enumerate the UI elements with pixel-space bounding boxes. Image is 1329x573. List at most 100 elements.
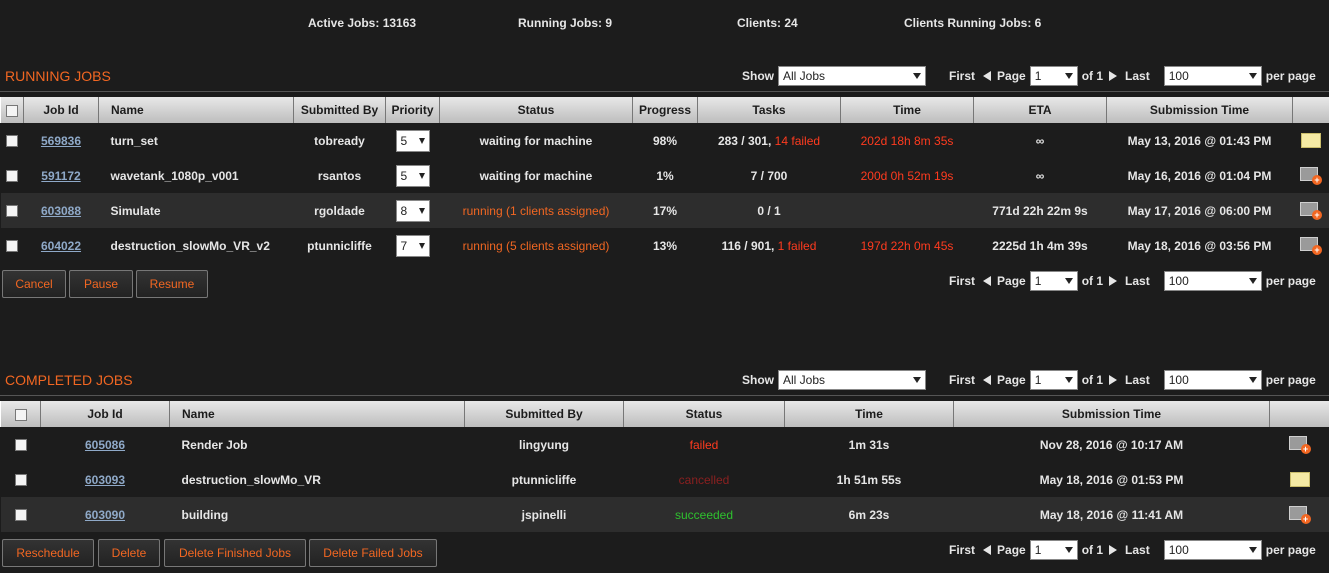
last-link[interactable]: Last [1125, 69, 1150, 83]
col-submitted-by[interactable]: Submitted By [464, 401, 624, 427]
priority-select[interactable]: 8 [395, 199, 430, 222]
col-job-id[interactable]: Job Id [40, 401, 170, 427]
per-page-select[interactable]: 100 [1163, 540, 1262, 560]
table-row[interactable]: 569836 turn_set tobready 5 waiting for m… [0, 123, 1329, 158]
job-id-link[interactable]: 603090 [85, 508, 125, 522]
table-row[interactable]: 603090 building jspinelli succeeded 6m 2… [0, 497, 1329, 532]
last-link[interactable]: Last [1125, 373, 1150, 387]
resume-button[interactable]: Resume [136, 270, 208, 298]
job-id-link[interactable]: 603093 [85, 473, 125, 487]
table-row[interactable]: 603093 destruction_slowMo_VR ptunnicliff… [0, 462, 1329, 497]
next-page-icon[interactable] [1109, 276, 1118, 286]
add-note-icon[interactable]: + [1300, 166, 1322, 185]
prev-page-icon[interactable] [983, 71, 992, 81]
show-select[interactable]: All Jobs [778, 370, 926, 390]
note-icon[interactable] [1301, 133, 1321, 149]
row-cell: 8 [385, 193, 440, 228]
cancel-button[interactable]: Cancel [2, 270, 66, 298]
per-page-label: per page [1265, 274, 1316, 288]
job-status: waiting for machine [439, 158, 633, 193]
col-status[interactable]: Status [623, 401, 785, 427]
priority-select[interactable]: 5 [395, 129, 430, 152]
last-link[interactable]: Last [1125, 274, 1150, 288]
priority-select[interactable]: 5 [395, 164, 430, 187]
table-row[interactable]: 605086 Render Job lingyung failed 1m 31s… [0, 427, 1329, 462]
col-priority[interactable]: Priority [385, 97, 440, 123]
page-select[interactable]: 1 [1029, 370, 1078, 390]
reschedule-button[interactable]: Reschedule [2, 539, 94, 567]
add-note-icon[interactable]: + [1300, 236, 1322, 255]
row-checkbox[interactable] [6, 135, 18, 148]
chevron-down-icon [1064, 377, 1073, 383]
col-submitted-by[interactable]: Submitted By [293, 97, 386, 123]
row-checkbox[interactable] [14, 439, 27, 452]
select-all-checkbox[interactable] [14, 408, 27, 421]
per-page-select[interactable]: 100 [1163, 66, 1262, 86]
job-time [840, 193, 974, 228]
row-checkbox[interactable] [14, 474, 27, 487]
col-submission-time[interactable]: Submission Time [1106, 97, 1293, 123]
show-select[interactable]: All Jobs [778, 66, 926, 86]
job-id-link[interactable]: 591172 [41, 169, 80, 183]
prev-page-icon[interactable] [983, 375, 992, 385]
delete-finished-jobs-button[interactable]: Delete Finished Jobs [164, 539, 306, 567]
job-id-link[interactable]: 603088 [41, 204, 81, 218]
priority-select[interactable]: 7 [395, 234, 430, 257]
select-all-checkbox[interactable] [6, 104, 18, 117]
col-status[interactable]: Status [439, 97, 633, 123]
job-id-link[interactable]: 604022 [41, 239, 81, 253]
row-cell [0, 462, 41, 497]
row-checkbox[interactable] [14, 509, 27, 522]
add-note-icon[interactable]: + [1300, 201, 1322, 220]
plus-icon: + [1312, 174, 1322, 185]
job-name: building [169, 497, 465, 532]
col-tasks[interactable]: Tasks [697, 97, 841, 123]
add-note-icon[interactable]: + [1288, 435, 1311, 454]
page-select[interactable]: 1 [1029, 540, 1078, 560]
first-link[interactable]: First [949, 543, 975, 557]
row-cell: 591172 [23, 158, 99, 193]
row-cell: 603090 [40, 497, 170, 532]
row-checkbox[interactable] [6, 170, 18, 183]
page-select[interactable]: 1 [1029, 271, 1078, 291]
col-progress[interactable]: Progress [632, 97, 698, 123]
job-name: turn_set [98, 123, 294, 158]
table-row[interactable]: 604022 destruction_slowMo_VR_v2 ptunnicl… [0, 228, 1329, 263]
col-time[interactable]: Time [840, 97, 974, 123]
next-page-icon[interactable] [1109, 71, 1118, 81]
next-page-icon[interactable] [1109, 375, 1118, 385]
clients-running-stat: Clients Running Jobs: 6 [904, 16, 1042, 30]
row-checkbox[interactable] [6, 205, 18, 218]
prev-page-icon[interactable] [983, 276, 992, 286]
delete-failed-jobs-button[interactable]: Delete Failed Jobs [309, 539, 437, 567]
first-link[interactable]: First [949, 274, 975, 288]
col-job-id[interactable]: Job Id [23, 97, 99, 123]
col-time[interactable]: Time [784, 401, 954, 427]
delete-button[interactable]: Delete [98, 539, 160, 567]
note-icon[interactable] [1289, 472, 1310, 488]
job-id-link[interactable]: 605086 [85, 438, 125, 452]
first-link[interactable]: First [949, 69, 975, 83]
next-page-icon[interactable] [1109, 545, 1118, 555]
prev-page-icon[interactable] [983, 545, 992, 555]
job-tasks: 283 / 301, [717, 133, 772, 148]
col-name[interactable]: Name [98, 97, 294, 123]
page-select-value: 1 [1034, 373, 1042, 387]
col-name[interactable]: Name [169, 401, 465, 427]
table-row[interactable]: 603088 Simulate rgoldade 8 running (1 cl… [0, 193, 1329, 228]
col-submission-time[interactable]: Submission Time [953, 401, 1270, 427]
failed-count: 14 failed [774, 133, 821, 148]
add-note-icon[interactable]: + [1288, 505, 1311, 524]
table-row[interactable]: 591172 wavetank_1080p_v001 rsantos 5 wai… [0, 158, 1329, 193]
last-link[interactable]: Last [1125, 543, 1150, 557]
row-checkbox[interactable] [6, 240, 18, 253]
show-label: Show [742, 373, 774, 387]
per-page-select[interactable]: 100 [1163, 370, 1262, 390]
per-page-select[interactable]: 100 [1163, 271, 1262, 291]
job-id-link[interactable]: 569836 [41, 134, 81, 148]
pause-button[interactable]: Pause [69, 270, 133, 298]
page-select[interactable]: 1 [1029, 66, 1078, 86]
first-link[interactable]: First [949, 373, 975, 387]
col-eta[interactable]: ETA [973, 97, 1107, 123]
row-cell [0, 158, 24, 193]
